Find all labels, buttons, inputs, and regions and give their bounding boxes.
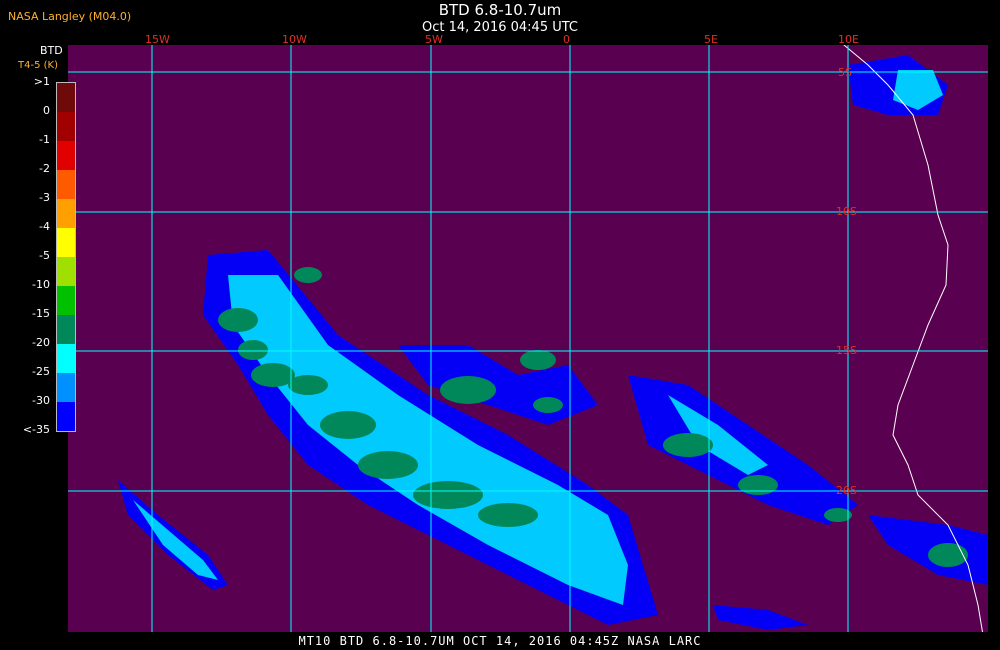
- legend-tick-label: -25: [32, 365, 50, 378]
- legend-swatch: [57, 286, 75, 315]
- legend-swatch: [57, 170, 75, 199]
- legend-swatch: [57, 228, 75, 257]
- legend-swatch: [57, 141, 75, 170]
- legend-swatch: [57, 112, 75, 141]
- satellite-map[interactable]: [68, 45, 988, 632]
- legend-unit: T4-5 (K): [18, 60, 58, 71]
- legend-title: BTD: [40, 44, 63, 57]
- legend-tick-label: >1: [33, 75, 50, 88]
- lat-label-10s: 10S: [836, 205, 857, 218]
- legend-swatch: [57, 199, 75, 228]
- legend-tick-label: 0: [43, 104, 50, 117]
- legend-tick-label: -1: [39, 133, 50, 146]
- image-title: BTD 6.8-10.7um: [438, 1, 562, 19]
- legend-tick-label: -5: [39, 249, 50, 262]
- legend-tick-label: -3: [39, 191, 50, 204]
- footer-caption: MT10 BTD 6.8-10.7UM OCT 14, 2016 04:45Z …: [298, 634, 702, 648]
- lat-label-15s: 15S: [836, 344, 857, 357]
- legend-swatch: [57, 402, 75, 431]
- legend-swatch: [57, 373, 75, 402]
- legend-tick-label: -30: [32, 394, 50, 407]
- legend-tick-label: -10: [32, 278, 50, 291]
- legend-swatch: [57, 257, 75, 286]
- legend-tick-label: -15: [32, 307, 50, 320]
- map-imagery: [68, 45, 988, 632]
- color-legend: [56, 82, 76, 432]
- legend-swatch: [57, 83, 75, 112]
- legend-tick-label: -4: [39, 220, 50, 233]
- lat-label-20s: 20S: [836, 484, 857, 497]
- lat-label-5s: 5S: [838, 66, 852, 79]
- legend-tick-label: <-35: [22, 423, 50, 436]
- legend-tick-label: -2: [39, 162, 50, 175]
- legend-swatch: [57, 344, 75, 373]
- legend-tick-label: -20: [32, 336, 50, 349]
- legend-swatch: [57, 315, 75, 344]
